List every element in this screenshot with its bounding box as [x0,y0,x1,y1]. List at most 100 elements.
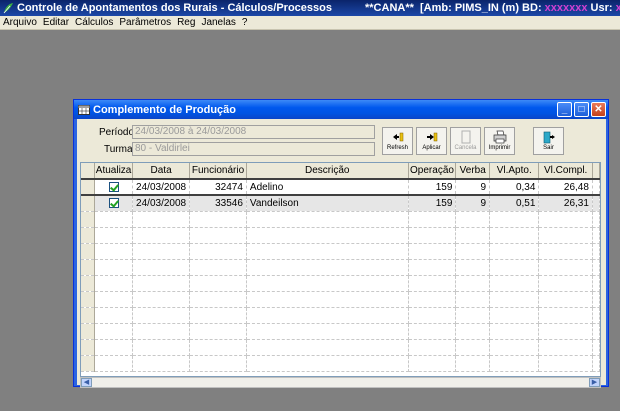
empty-row [81,243,600,260]
descricao-cell[interactable]: Vandeilson [246,195,409,212]
empty-cell [489,243,540,260]
empty-row [81,211,600,228]
empty-cell [132,211,191,228]
close-button[interactable]: ✕ [591,102,606,117]
empty-cell [189,259,247,276]
col-descricao[interactable]: Descrição [246,163,409,180]
data-grid[interactable]: Atualiza Data Funcionário Descrição Oper… [80,162,601,377]
empty-cell [489,339,540,356]
operacao-cell[interactable]: 159 [408,195,457,212]
empty-cell [189,243,247,260]
empty-cell [132,291,191,308]
window-grid-icon [78,104,90,115]
connection-info: [Amb: PIMS_IN (m) BD: xxxxxxx Usr: xxxx] [420,2,620,14]
funcionario-cell[interactable]: 33546 [189,195,247,212]
refresh-label: Refresh [386,145,408,151]
menu-janelas[interactable]: Janelas [198,17,238,28]
col-vl-apto[interactable]: Vl.Apto. [489,163,540,180]
empty-cell [408,355,457,372]
empty-cell [94,243,134,260]
imprimir-button[interactable]: Imprimir [484,127,515,155]
vl-compl-cell[interactable]: 26,48 [538,178,593,196]
atualiza-checkbox[interactable] [108,181,119,192]
empty-cell [408,291,457,308]
empty-cell [538,275,593,292]
menu-bar: Arquivo Editar Cálculos Parâmetros Reg J… [0,16,620,30]
window-title: Complemento de Produção [93,103,237,116]
menu-help[interactable]: ? [239,17,251,28]
amb-prefix: [Amb: PIMS_IN (m) BD: [420,2,545,14]
col-vl-compl[interactable]: Vl.Compl. [538,163,593,180]
empty-row [81,275,600,292]
verba-cell[interactable]: 9 [455,195,491,212]
vl-apto-cell[interactable]: 0,34 [489,178,540,196]
empty-cell [94,355,134,372]
atualiza-cell[interactable] [94,178,134,196]
maximize-button[interactable]: □ [574,102,589,117]
menu-calculos[interactable]: Cálculos [72,17,116,28]
bd-value: xxxxxxx [544,2,588,14]
complemento-window: Complemento de Produção _ □ ✕ Período: 2… [73,99,609,388]
vl-apto-cell[interactable]: 0,51 [489,195,540,212]
empty-cell [592,259,600,276]
scroll-right-icon[interactable]: ▶ [589,378,600,387]
col-data[interactable]: Data [132,163,191,180]
minimize-button[interactable]: _ [557,102,572,117]
turma-label: Turma: [104,144,136,155]
empty-row [81,227,600,244]
menu-reg[interactable]: Reg [174,17,198,28]
app-title-bar: Controle de Apontamentos dos Rurais - Cá… [0,0,620,16]
empty-cell [538,355,593,372]
app-title: Controle de Apontamentos dos Rurais - Cá… [17,2,332,14]
sair-button[interactable]: Sair [533,127,564,155]
empty-cell [538,339,593,356]
scroll-left-icon[interactable]: ◀ [81,378,92,387]
empty-cell [489,259,540,276]
empty-cell [94,323,134,340]
empty-cell [246,307,409,324]
atualiza-cell[interactable] [94,195,134,212]
menu-arquivo[interactable]: Arquivo [0,17,40,28]
turma-field[interactable]: 80 - Valdirlei [132,142,375,156]
funcionario-cell[interactable]: 32474 [189,178,247,196]
aplicar-button[interactable]: Aplicar [416,127,447,155]
empty-cell [489,323,540,340]
vl-compl-cell[interactable]: 26,31 [538,195,593,212]
refresh-button[interactable]: Refresh [382,127,413,155]
empty-cell [455,243,491,260]
empty-cell [246,291,409,308]
table-row[interactable]: 24/03/2008 32474 Adelino 159 9 0,34 26,4… [81,178,600,196]
periodo-field[interactable]: 24/03/2008 à 24/03/2008 [132,125,375,139]
atualiza-checkbox[interactable] [108,198,119,209]
empty-row [81,259,600,276]
window-title-bar[interactable]: Complemento de Produção _ □ ✕ [74,100,608,119]
empty-cell [489,307,540,324]
empty-cell [132,243,191,260]
col-atualiza[interactable]: Atualiza [94,163,134,180]
empty-cell [455,339,491,356]
empty-cell [538,323,593,340]
empty-row [81,355,600,372]
data-cell[interactable]: 24/03/2008 [132,178,191,196]
table-row[interactable]: 24/03/2008 33546 Vandeilson 159 9 0,51 2… [81,195,600,212]
aplicar-label: Aplicar [422,145,441,151]
data-cell[interactable]: 24/03/2008 [132,195,191,212]
col-funcionario[interactable]: Funcionário [189,163,247,180]
descricao-cell[interactable]: Adelino [246,178,409,196]
cancela-button[interactable]: Cancela [450,127,481,155]
menu-editar[interactable]: Editar [40,17,72,28]
col-verba[interactable]: Verba [455,163,491,180]
menu-parametros[interactable]: Parâmetros [116,17,174,28]
operacao-cell[interactable]: 159 [408,178,457,196]
empty-cell [189,307,247,324]
empty-cell [408,339,457,356]
verba-cell[interactable]: 9 [455,178,491,196]
empty-cell [94,275,134,292]
empty-cell [408,323,457,340]
empty-cell [246,323,409,340]
horizontal-scrollbar[interactable]: ◀ ▶ [80,377,601,388]
col-operacao[interactable]: Operação [408,163,457,180]
empty-cell [189,211,247,228]
empty-cell [132,339,191,356]
empty-cell [408,227,457,244]
